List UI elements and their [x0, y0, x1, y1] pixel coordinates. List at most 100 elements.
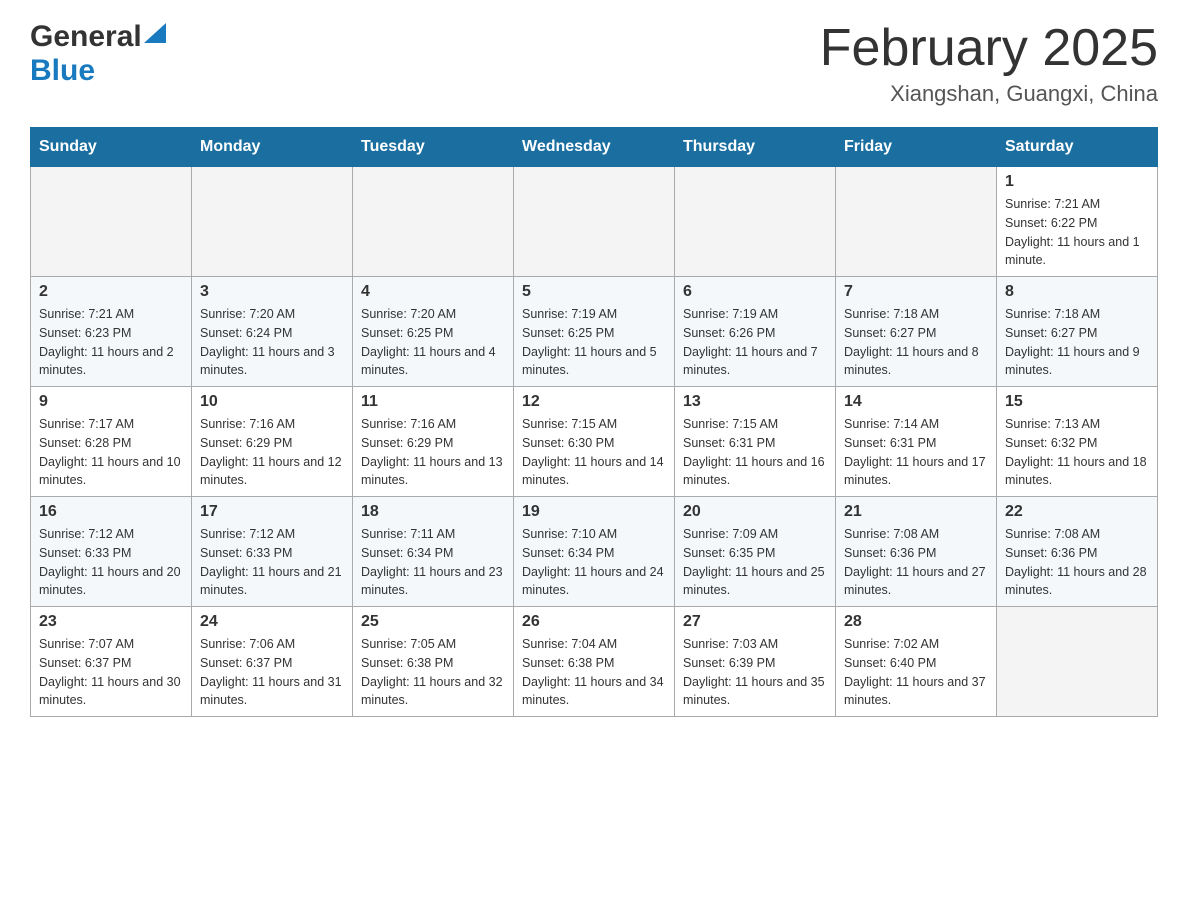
day-info: Sunrise: 7:10 AM Sunset: 6:34 PM Dayligh…: [522, 525, 666, 600]
calendar-title: February 2025: [820, 20, 1158, 77]
logo-triangle-icon: [144, 23, 166, 45]
calendar-week-row: 23 Sunrise: 7:07 AM Sunset: 6:37 PM Dayli…: [31, 607, 1158, 717]
day-number: 21: [844, 503, 988, 521]
calendar-cell: [836, 167, 997, 277]
calendar-cell: 20 Sunrise: 7:09 AM Sunset: 6:35 PM Dayli…: [675, 497, 836, 607]
calendar-cell: 6 Sunrise: 7:19 AM Sunset: 6:26 PM Daylig…: [675, 277, 836, 387]
day-info: Sunrise: 7:04 AM Sunset: 6:38 PM Dayligh…: [522, 635, 666, 710]
day-info: Sunrise: 7:19 AM Sunset: 6:25 PM Dayligh…: [522, 305, 666, 380]
logo: General Blue: [30, 20, 166, 88]
header-day-sunday: Sunday: [31, 128, 192, 167]
calendar-cell: 24 Sunrise: 7:06 AM Sunset: 6:37 PM Dayli…: [192, 607, 353, 717]
header-day-tuesday: Tuesday: [353, 128, 514, 167]
calendar-cell: 9Sunrise: 7:17 AM Sunset: 6:28 PM Daylig…: [31, 387, 192, 497]
calendar-cell: 1 Sunrise: 7:21 AM Sunset: 6:22 PM Daylig…: [997, 167, 1158, 277]
day-info: Sunrise: 7:16 AM Sunset: 6:29 PM Dayligh…: [200, 415, 344, 490]
calendar-subtitle: Xiangshan, Guangxi, China: [820, 81, 1158, 107]
header-day-wednesday: Wednesday: [514, 128, 675, 167]
day-info: Sunrise: 7:15 AM Sunset: 6:31 PM Dayligh…: [683, 415, 827, 490]
day-number: 20: [683, 503, 827, 521]
day-info: Sunrise: 7:18 AM Sunset: 6:27 PM Dayligh…: [844, 305, 988, 380]
header-day-monday: Monday: [192, 128, 353, 167]
day-info: Sunrise: 7:12 AM Sunset: 6:33 PM Dayligh…: [200, 525, 344, 600]
calendar-cell: [997, 607, 1158, 717]
calendar-cell: [675, 167, 836, 277]
title-block: February 2025 Xiangshan, Guangxi, China: [820, 20, 1158, 107]
calendar-cell: 26 Sunrise: 7:04 AM Sunset: 6:38 PM Dayli…: [514, 607, 675, 717]
day-info: Sunrise: 7:06 AM Sunset: 6:37 PM Dayligh…: [200, 635, 344, 710]
logo-blue-text: Blue: [30, 54, 95, 88]
calendar-week-row: 1 Sunrise: 7:21 AM Sunset: 6:22 PM Daylig…: [31, 167, 1158, 277]
calendar-cell: [514, 167, 675, 277]
calendar-cell: 2Sunrise: 7:21 AM Sunset: 6:23 PM Daylig…: [31, 277, 192, 387]
day-info: Sunrise: 7:08 AM Sunset: 6:36 PM Dayligh…: [844, 525, 988, 600]
calendar-cell: 13 Sunrise: 7:15 AM Sunset: 6:31 PM Dayli…: [675, 387, 836, 497]
calendar-week-row: 2Sunrise: 7:21 AM Sunset: 6:23 PM Daylig…: [31, 277, 1158, 387]
calendar-cell: [192, 167, 353, 277]
day-number: 3: [200, 283, 344, 301]
day-info: Sunrise: 7:11 AM Sunset: 6:34 PM Dayligh…: [361, 525, 505, 600]
calendar-header-row: SundayMondayTuesdayWednesdayThursdayFrid…: [31, 128, 1158, 167]
day-info: Sunrise: 7:09 AM Sunset: 6:35 PM Dayligh…: [683, 525, 827, 600]
day-number: 26: [522, 613, 666, 631]
day-info: Sunrise: 7:05 AM Sunset: 6:38 PM Dayligh…: [361, 635, 505, 710]
calendar-cell: 12Sunrise: 7:15 AM Sunset: 6:30 PM Dayli…: [514, 387, 675, 497]
day-number: 16: [39, 503, 183, 521]
calendar-cell: 16 Sunrise: 7:12 AM Sunset: 6:33 PM Dayli…: [31, 497, 192, 607]
day-number: 28: [844, 613, 988, 631]
calendar-cell: 11Sunrise: 7:16 AM Sunset: 6:29 PM Dayli…: [353, 387, 514, 497]
calendar-cell: 23 Sunrise: 7:07 AM Sunset: 6:37 PM Dayli…: [31, 607, 192, 717]
calendar-cell: 28 Sunrise: 7:02 AM Sunset: 6:40 PM Dayli…: [836, 607, 997, 717]
day-number: 17: [200, 503, 344, 521]
day-number: 12: [522, 393, 666, 411]
day-number: 6: [683, 283, 827, 301]
day-number: 5: [522, 283, 666, 301]
day-number: 24: [200, 613, 344, 631]
day-info: Sunrise: 7:02 AM Sunset: 6:40 PM Dayligh…: [844, 635, 988, 710]
day-info: Sunrise: 7:21 AM Sunset: 6:22 PM Dayligh…: [1005, 195, 1149, 270]
calendar-cell: 18Sunrise: 7:11 AM Sunset: 6:34 PM Dayli…: [353, 497, 514, 607]
day-number: 22: [1005, 503, 1149, 521]
day-number: 10: [200, 393, 344, 411]
day-number: 4: [361, 283, 505, 301]
day-number: 15: [1005, 393, 1149, 411]
calendar-cell: 21 Sunrise: 7:08 AM Sunset: 6:36 PM Dayli…: [836, 497, 997, 607]
day-info: Sunrise: 7:19 AM Sunset: 6:26 PM Dayligh…: [683, 305, 827, 380]
day-info: Sunrise: 7:07 AM Sunset: 6:37 PM Dayligh…: [39, 635, 183, 710]
day-number: 8: [1005, 283, 1149, 301]
day-info: Sunrise: 7:14 AM Sunset: 6:31 PM Dayligh…: [844, 415, 988, 490]
day-number: 19: [522, 503, 666, 521]
day-number: 2: [39, 283, 183, 301]
calendar-cell: 17 Sunrise: 7:12 AM Sunset: 6:33 PM Dayli…: [192, 497, 353, 607]
day-number: 7: [844, 283, 988, 301]
calendar-cell: 8 Sunrise: 7:18 AM Sunset: 6:27 PM Daylig…: [997, 277, 1158, 387]
calendar-cell: 19 Sunrise: 7:10 AM Sunset: 6:34 PM Dayli…: [514, 497, 675, 607]
header-day-thursday: Thursday: [675, 128, 836, 167]
day-number: 1: [1005, 173, 1149, 191]
header-day-saturday: Saturday: [997, 128, 1158, 167]
day-info: Sunrise: 7:12 AM Sunset: 6:33 PM Dayligh…: [39, 525, 183, 600]
calendar-cell: 5 Sunrise: 7:19 AM Sunset: 6:25 PM Daylig…: [514, 277, 675, 387]
calendar-cell: 22 Sunrise: 7:08 AM Sunset: 6:36 PM Dayli…: [997, 497, 1158, 607]
calendar-cell: 25Sunrise: 7:05 AM Sunset: 6:38 PM Dayli…: [353, 607, 514, 717]
day-info: Sunrise: 7:20 AM Sunset: 6:25 PM Dayligh…: [361, 305, 505, 380]
page-header: General Blue February 2025 Xiangshan, Gu…: [30, 20, 1158, 107]
calendar-cell: [31, 167, 192, 277]
calendar-cell: 7 Sunrise: 7:18 AM Sunset: 6:27 PM Daylig…: [836, 277, 997, 387]
day-number: 13: [683, 393, 827, 411]
header-day-friday: Friday: [836, 128, 997, 167]
calendar-cell: 3Sunrise: 7:20 AM Sunset: 6:24 PM Daylig…: [192, 277, 353, 387]
calendar-cell: [353, 167, 514, 277]
calendar-cell: 27Sunrise: 7:03 AM Sunset: 6:39 PM Dayli…: [675, 607, 836, 717]
day-info: Sunrise: 7:13 AM Sunset: 6:32 PM Dayligh…: [1005, 415, 1149, 490]
calendar-week-row: 16 Sunrise: 7:12 AM Sunset: 6:33 PM Dayli…: [31, 497, 1158, 607]
day-info: Sunrise: 7:18 AM Sunset: 6:27 PM Dayligh…: [1005, 305, 1149, 380]
day-info: Sunrise: 7:08 AM Sunset: 6:36 PM Dayligh…: [1005, 525, 1149, 600]
day-info: Sunrise: 7:16 AM Sunset: 6:29 PM Dayligh…: [361, 415, 505, 490]
day-number: 23: [39, 613, 183, 631]
calendar-cell: 4 Sunrise: 7:20 AM Sunset: 6:25 PM Daylig…: [353, 277, 514, 387]
day-number: 9: [39, 393, 183, 411]
calendar-cell: 10 Sunrise: 7:16 AM Sunset: 6:29 PM Dayli…: [192, 387, 353, 497]
calendar-week-row: 9Sunrise: 7:17 AM Sunset: 6:28 PM Daylig…: [31, 387, 1158, 497]
calendar-cell: 14Sunrise: 7:14 AM Sunset: 6:31 PM Dayli…: [836, 387, 997, 497]
